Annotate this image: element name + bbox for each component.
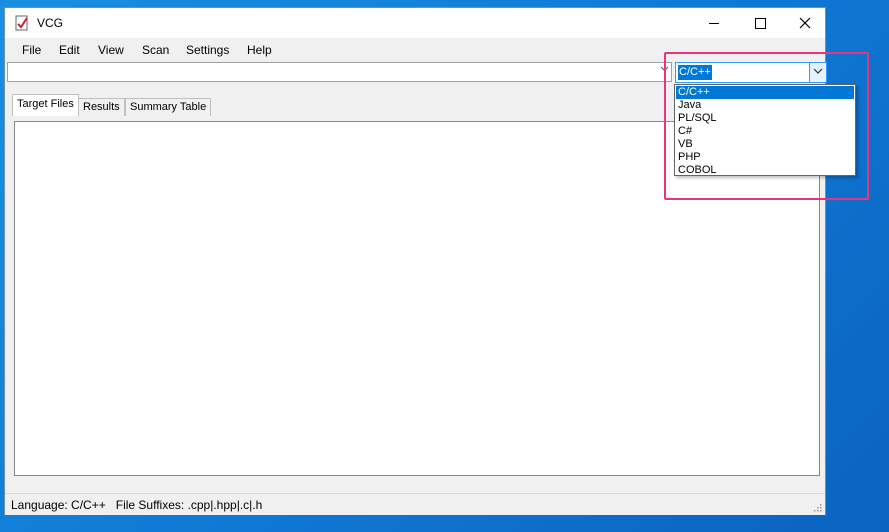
minimize-icon	[709, 23, 719, 24]
close-icon	[799, 17, 811, 29]
tab-results[interactable]: Results	[78, 98, 125, 116]
menu-edit[interactable]: Edit	[59, 43, 80, 57]
menu-view[interactable]: View	[98, 43, 124, 57]
status-text: Language: C/C++ File Suffixes: .cpp|.hpp…	[11, 498, 263, 512]
resize-grip-icon[interactable]	[812, 502, 822, 512]
tab-summary-table[interactable]: Summary Table	[125, 98, 212, 116]
menu-scan[interactable]: Scan	[142, 43, 169, 57]
window-title: VCG	[37, 16, 64, 30]
menu-settings[interactable]: Settings	[186, 43, 229, 57]
tab-target-files[interactable]: Target Files	[12, 94, 79, 116]
menu-file[interactable]: File	[22, 43, 41, 57]
status-bar: Language: C/C++ File Suffixes: .cpp|.hpp…	[5, 493, 825, 515]
maximize-button[interactable]	[737, 8, 783, 38]
app-document-icon	[15, 15, 28, 31]
maximize-icon	[755, 18, 766, 29]
target-path-combo[interactable]	[7, 62, 672, 82]
close-button[interactable]	[782, 8, 828, 38]
menu-help[interactable]: Help	[247, 43, 272, 57]
minimize-button[interactable]	[691, 8, 737, 38]
title-bar[interactable]: VCG	[5, 8, 825, 38]
annotation-highlight-box	[664, 52, 869, 200]
